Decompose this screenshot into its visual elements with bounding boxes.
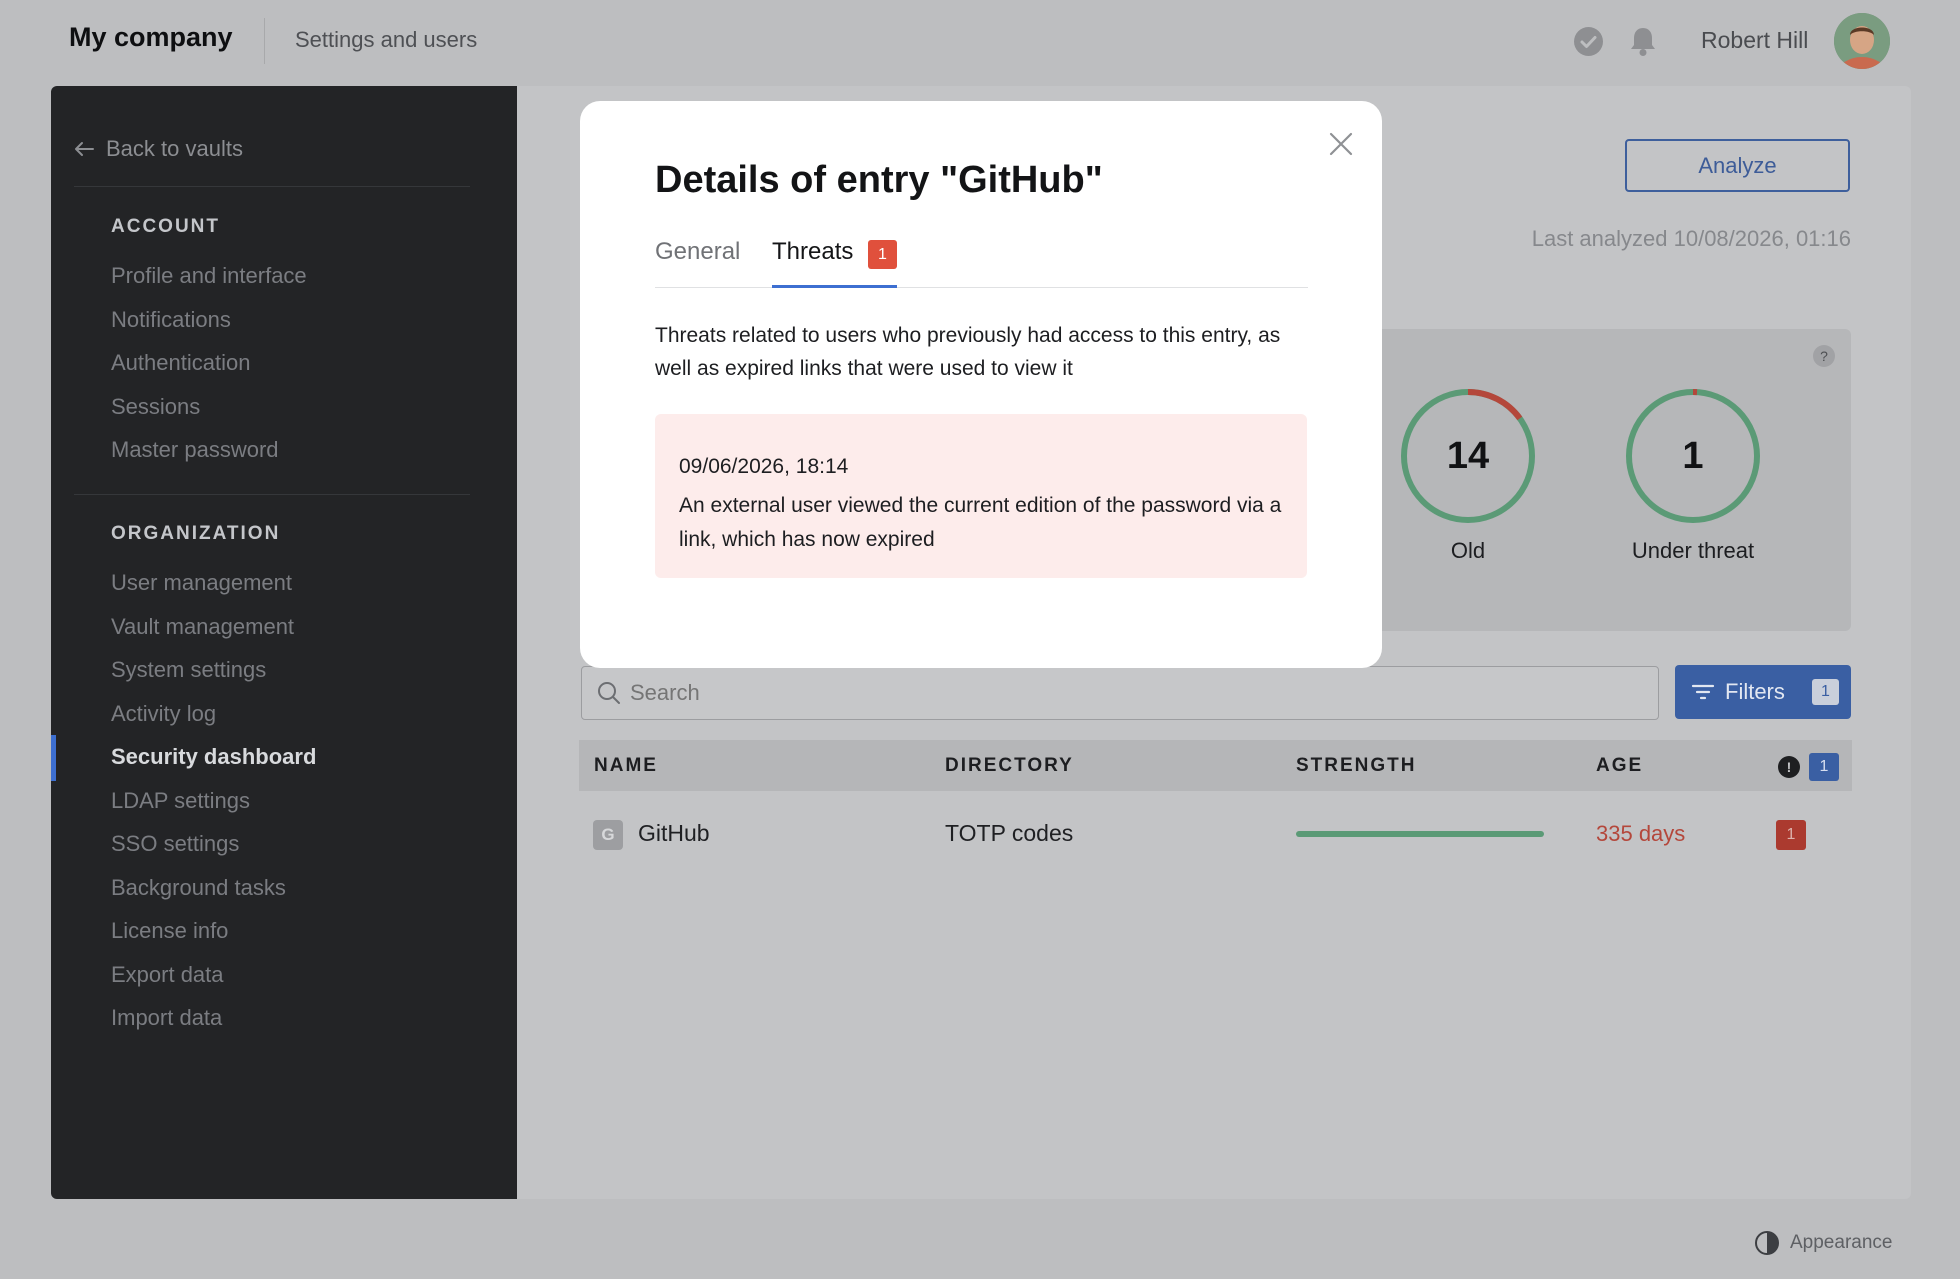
filter-icon bbox=[1691, 684, 1715, 700]
user-name[interactable]: Robert Hill bbox=[1701, 27, 1808, 54]
search-icon bbox=[598, 682, 620, 704]
contrast-icon bbox=[1755, 1231, 1779, 1255]
sidebar-item-activity-log[interactable]: Activity log bbox=[111, 701, 216, 727]
threat-card: 09/06/2026, 18:14 An external user viewe… bbox=[655, 414, 1307, 578]
top-bar: My company Settings and users Robert Hil… bbox=[0, 0, 1960, 82]
appearance-toggle[interactable]: Appearance bbox=[1754, 1230, 1892, 1256]
brand-divider bbox=[264, 18, 265, 64]
entry-name[interactable]: GitHub bbox=[638, 820, 710, 847]
column-header-directory[interactable]: DIRECTORY bbox=[945, 755, 1074, 777]
sidebar-divider bbox=[74, 494, 470, 495]
active-indicator bbox=[51, 735, 56, 781]
filters-count-badge: 1 bbox=[1812, 679, 1839, 705]
sidebar-item-security-dashboard[interactable]: Security dashboard bbox=[111, 744, 316, 770]
entry-details-modal: Details of entry "GitHub" General Threat… bbox=[580, 101, 1382, 668]
account-heading: ACCOUNT bbox=[111, 216, 220, 237]
sidebar-item-profile[interactable]: Profile and interface bbox=[111, 263, 307, 289]
sidebar-item-background-tasks[interactable]: Background tasks bbox=[111, 875, 286, 901]
sidebar-item-vault-management[interactable]: Vault management bbox=[111, 614, 294, 640]
last-analyzed-text: Last analyzed 10/08/2026, 01:16 bbox=[1531, 226, 1851, 251]
arrow-left-icon bbox=[75, 142, 94, 156]
sidebar-item-ldap-settings[interactable]: LDAP settings bbox=[111, 788, 250, 814]
threats-tab-badge[interactable]: 1 bbox=[868, 240, 897, 269]
active-tab-underline bbox=[772, 285, 897, 288]
strength-bar bbox=[1296, 831, 1544, 837]
analyze-button[interactable]: Analyze bbox=[1625, 139, 1850, 192]
tab-threats[interactable]: Threats bbox=[772, 238, 853, 266]
sidebar-item-sso-settings[interactable]: SSO settings bbox=[111, 831, 239, 857]
avatar[interactable] bbox=[1834, 13, 1890, 69]
close-icon[interactable] bbox=[1325, 128, 1357, 160]
company-name[interactable]: My company bbox=[69, 22, 233, 53]
entry-icon: G bbox=[593, 820, 623, 850]
entry-threats-badge[interactable]: 1 bbox=[1776, 820, 1806, 850]
search-input[interactable] bbox=[630, 667, 1630, 719]
back-link-label: Back to vaults bbox=[106, 136, 243, 161]
sidebar-item-license-info[interactable]: License info bbox=[111, 918, 228, 944]
section-title: Settings and users bbox=[295, 27, 478, 52]
table-header bbox=[579, 740, 1852, 791]
sidebar-item-notifications[interactable]: Notifications bbox=[111, 307, 231, 333]
column-header-strength[interactable]: STRENGTH bbox=[1296, 755, 1417, 777]
under-threat-count: 1 bbox=[1682, 435, 1704, 477]
sidebar: Back to vaults ACCOUNT Profile and inter… bbox=[51, 86, 517, 1199]
modal-tabs: General Threats bbox=[655, 234, 1308, 288]
threat-text: An external user viewed the current edit… bbox=[679, 494, 1282, 551]
old-count: 14 bbox=[1446, 435, 1490, 477]
sidebar-item-import-data[interactable]: Import data bbox=[111, 1005, 222, 1031]
entry-directory: TOTP codes bbox=[945, 820, 1074, 846]
search-box[interactable] bbox=[581, 666, 1659, 720]
help-icon[interactable]: ? bbox=[1813, 345, 1835, 367]
column-header-name[interactable]: NAME bbox=[594, 755, 658, 777]
column-header-age[interactable]: AGE bbox=[1596, 755, 1643, 777]
appearance-label: Appearance bbox=[1790, 1232, 1893, 1253]
sidebar-item-export-data[interactable]: Export data bbox=[111, 962, 224, 988]
sidebar-item-user-management[interactable]: User management bbox=[111, 570, 292, 596]
threats-description: Threats related to users who previously … bbox=[655, 324, 1281, 380]
threats-column-badge[interactable]: 1 bbox=[1809, 753, 1839, 781]
tab-general[interactable]: General bbox=[655, 238, 740, 266]
sidebar-item-sessions[interactable]: Sessions bbox=[111, 394, 200, 420]
sidebar-item-authentication[interactable]: Authentication bbox=[111, 350, 250, 376]
entry-age: 335 days bbox=[1596, 821, 1686, 846]
under-threat-label: Under threat bbox=[1631, 538, 1755, 563]
bell-icon[interactable] bbox=[1629, 25, 1657, 57]
threat-date: 09/06/2026, 18:14 bbox=[679, 455, 849, 478]
under-threat-gauge: 1 bbox=[1623, 386, 1763, 526]
old-gauge: 14 bbox=[1398, 386, 1538, 526]
back-to-vaults-link[interactable]: Back to vaults bbox=[74, 136, 243, 162]
filters-label: Filters bbox=[1725, 679, 1785, 704]
modal-title: Details of entry "GitHub" bbox=[655, 159, 1103, 201]
sidebar-divider bbox=[74, 186, 470, 187]
filters-button[interactable]: Filters 1 bbox=[1675, 665, 1851, 719]
alert-icon[interactable]: ! bbox=[1778, 756, 1800, 778]
check-circle-icon[interactable] bbox=[1574, 27, 1603, 56]
sidebar-item-master-password[interactable]: Master password bbox=[111, 437, 279, 463]
organization-heading: ORGANIZATION bbox=[111, 523, 281, 544]
old-label: Old bbox=[1450, 538, 1486, 563]
sidebar-item-system-settings[interactable]: System settings bbox=[111, 657, 266, 683]
